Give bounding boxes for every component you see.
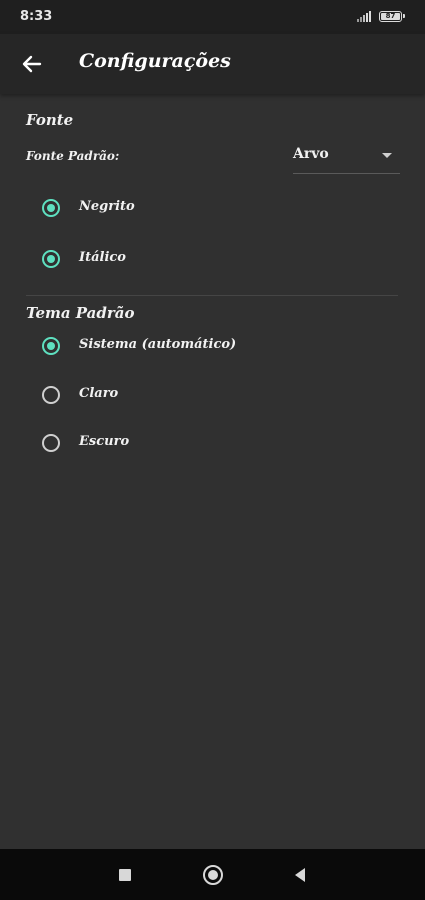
- recents-button[interactable]: [113, 863, 137, 887]
- status-bar: 8:33 87: [0, 0, 425, 34]
- italic-label: Itálico: [79, 250, 126, 265]
- triangle-back-icon: [295, 868, 305, 882]
- radio-dark[interactable]: [42, 434, 60, 452]
- theme-option-system[interactable]: Sistema (automático): [30, 327, 400, 367]
- square-icon: [119, 869, 131, 881]
- signal-icon: [357, 11, 371, 22]
- theme-section-title: Tema Padrão: [26, 304, 135, 322]
- theme-system-label: Sistema (automático): [79, 337, 237, 352]
- home-button[interactable]: [201, 863, 225, 887]
- status-time: 8:33: [20, 9, 53, 24]
- divider: [26, 295, 398, 296]
- dropdown-arrow-icon: [382, 153, 392, 158]
- circle-icon: [203, 865, 223, 885]
- back-button[interactable]: [14, 46, 50, 82]
- default-font-label: Fonte Padrão:: [26, 149, 120, 163]
- radio-light[interactable]: [42, 386, 60, 404]
- battery-level: 87: [385, 12, 396, 20]
- battery-icon: 87: [379, 11, 405, 22]
- page-title: Configurações: [79, 50, 231, 72]
- radio-system[interactable]: [42, 337, 60, 355]
- bold-checkbox[interactable]: [42, 199, 60, 217]
- arrow-back-icon: [22, 55, 42, 73]
- theme-dark-label: Escuro: [79, 434, 130, 449]
- app-bar: Configurações: [0, 34, 425, 94]
- nav-back-button[interactable]: [288, 863, 312, 887]
- navigation-bar: [0, 849, 425, 900]
- font-section-title: Fonte: [26, 111, 74, 129]
- theme-option-dark[interactable]: Escuro: [30, 424, 400, 464]
- bold-checkbox-row[interactable]: Negrito: [30, 189, 400, 229]
- italic-checkbox-row[interactable]: Itálico: [30, 240, 400, 280]
- theme-light-label: Claro: [79, 386, 119, 401]
- default-font-dropdown[interactable]: Arvo: [293, 142, 400, 174]
- bold-label: Negrito: [79, 199, 135, 214]
- default-font-value: Arvo: [293, 146, 329, 162]
- italic-checkbox[interactable]: [42, 250, 60, 268]
- theme-option-light[interactable]: Claro: [30, 376, 400, 416]
